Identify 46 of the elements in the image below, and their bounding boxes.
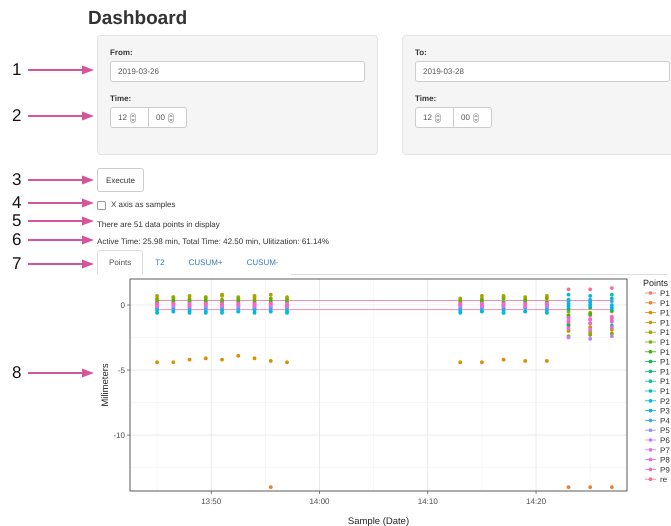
legend-label: P1: [660, 377, 670, 386]
callout-number: 5: [12, 212, 22, 230]
y-tick-label: 0: [120, 301, 125, 310]
info-text: There are 51 data points in display: [97, 219, 220, 230]
legend-label: P1: [660, 367, 670, 376]
y-tick-label: -10: [113, 431, 125, 440]
y-tick-label: -5: [118, 366, 125, 376]
time-label: Time:: [415, 94, 436, 103]
legend-label: P9: [660, 465, 670, 474]
legend-label: P8: [660, 456, 670, 465]
time-label: Time:: [110, 94, 132, 103]
legend-label: P1: [660, 318, 670, 328]
page-title: Dashboard: [88, 8, 188, 30]
legend-label: P1: [660, 358, 670, 367]
x-tick-label: 13:50: [201, 497, 222, 506]
info-text: Active Time: 25.98 min, Total Time: 42.50 min, Ulitization: 61.14%: [97, 236, 329, 247]
x-tick-label: 14:00: [309, 497, 330, 506]
legend-label: P4: [660, 416, 670, 426]
legend-label: P6: [660, 436, 670, 445]
legend-label: P1: [660, 338, 670, 347]
x-axis-title: Sample (Date): [348, 516, 410, 526]
date-label: To:: [415, 48, 427, 57]
callout-number: 8: [12, 364, 22, 382]
x-tick-label: 14:10: [418, 497, 438, 506]
callout-number: 1: [12, 61, 22, 79]
legend-label: re: [660, 475, 668, 484]
legend-label: P1: [660, 289, 670, 298]
legend-label: P1: [660, 348, 670, 357]
legend-label: P5: [660, 426, 670, 436]
checkbox-label: X axis as samples: [111, 199, 176, 210]
legend-label: P1: [660, 308, 670, 318]
callout-number: 3: [12, 171, 22, 189]
callout-number: 7: [12, 255, 22, 273]
legend-label: P7: [660, 446, 670, 455]
legend-label: P3: [660, 406, 670, 416]
legend-label: P1: [660, 298, 670, 308]
legend-label: P1: [660, 328, 670, 338]
callout-number: 2: [12, 107, 22, 125]
callout-number: 4: [12, 194, 22, 212]
x-tick-label: 14:20: [526, 497, 546, 506]
legend-label: P1: [660, 387, 670, 396]
date-label: From:: [110, 48, 133, 57]
legend-title: Points: [643, 278, 668, 288]
legend-label: P2: [660, 396, 670, 406]
callout-number: 6: [12, 231, 22, 249]
y-axis-title: Milimeters: [100, 363, 111, 407]
